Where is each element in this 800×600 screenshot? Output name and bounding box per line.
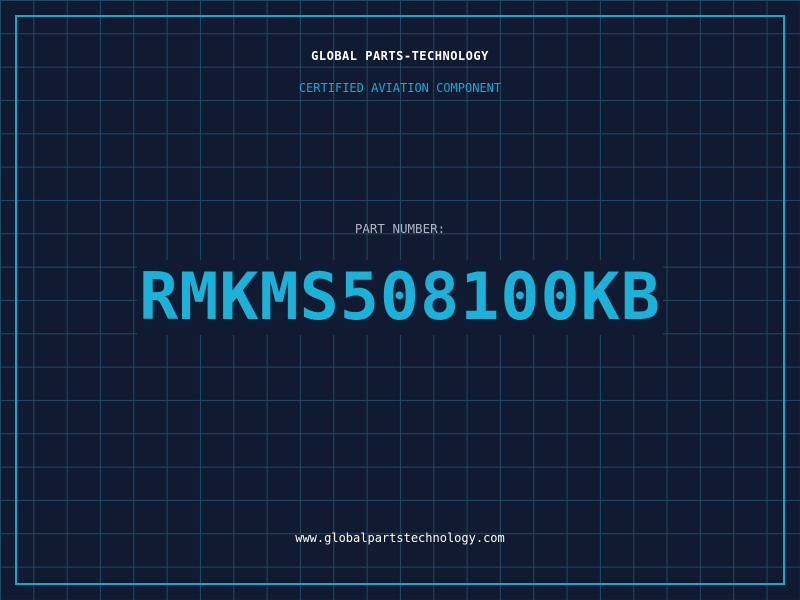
part-number-value: RMKMS508100KB — [0, 258, 800, 338]
company-name: GLOBAL PARTS-TECHNOLOGY — [311, 49, 489, 63]
website-url: www.globalpartstechnology.com — [295, 531, 505, 545]
part-label-card: GLOBAL PARTS-TECHNOLOGY CERTIFIED AVIATI… — [0, 0, 800, 600]
certification-tagline: CERTIFIED AVIATION COMPONENT — [298, 81, 502, 95]
part-number-text: RMKMS508100KB — [137, 260, 663, 335]
part-number-label: PART NUMBER: — [354, 221, 446, 236]
